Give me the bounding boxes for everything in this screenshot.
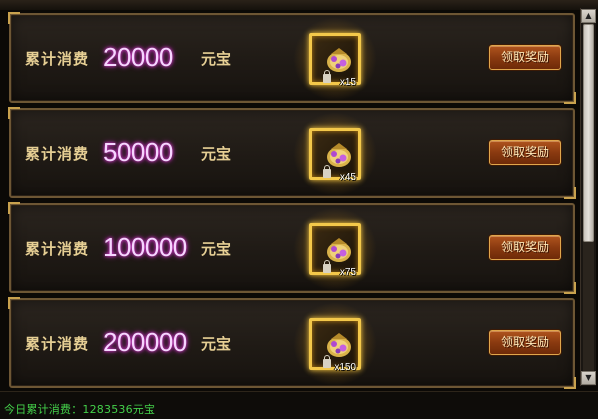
today-spend-total: 今日累计消费：1283536元宝: [4, 403, 156, 416]
reward-row: 累计消费 100000 元宝 x75 领取奖励: [8, 202, 576, 294]
footer-bar: 今日累计消费：1283536元宝: [0, 391, 598, 419]
item-quantity: x150: [334, 362, 356, 373]
reward-item-slot[interactable]: x45: [293, 112, 377, 196]
reward-row: 累计消费 20000 元宝 x15 领取奖励: [8, 12, 576, 104]
vertical-scrollbar[interactable]: ▲ ▼: [580, 8, 596, 386]
lock-icon: [323, 260, 331, 273]
spend-amount: 100000: [103, 232, 187, 262]
item-frame: x150: [309, 318, 361, 373]
spend-amount: 200000: [103, 327, 187, 357]
currency-unit: 元宝: [201, 335, 232, 353]
reward-list: 累计消费 20000 元宝 x15 领取奖励 累计消费 50000 元宝 x45…: [0, 10, 578, 390]
item-frame: x15: [309, 33, 361, 88]
reward-row: 累计消费 50000 元宝 x45 领取奖励: [8, 107, 576, 199]
lock-icon: [323, 70, 331, 83]
claim-reward-button[interactable]: 领取奖励: [489, 330, 561, 355]
spend-amount: 20000: [103, 42, 173, 72]
claim-reward-button[interactable]: 领取奖励: [489, 140, 561, 165]
spend-amount: 50000: [103, 137, 173, 167]
lock-icon: [323, 165, 331, 178]
currency-unit: 元宝: [201, 240, 232, 258]
scroll-thumb[interactable]: [583, 24, 594, 242]
reward-item-slot[interactable]: x75: [293, 207, 377, 291]
spend-label: 累计消费: [25, 50, 90, 68]
scroll-up-arrow-icon[interactable]: ▲: [581, 9, 596, 23]
reward-item-slot[interactable]: x150: [293, 302, 377, 386]
spend-label: 累计消费: [25, 335, 90, 353]
spend-label: 累计消费: [25, 145, 90, 163]
spend-label: 累计消费: [25, 240, 90, 258]
top-strip: [0, 0, 598, 10]
currency-unit: 元宝: [201, 145, 232, 163]
claim-reward-button[interactable]: 领取奖励: [489, 45, 561, 70]
item-frame: x75: [309, 223, 361, 278]
item-quantity: x75: [339, 267, 356, 278]
lock-icon: [323, 355, 331, 368]
item-quantity: x45: [339, 172, 356, 183]
reward-item-slot[interactable]: x15: [293, 17, 377, 101]
claim-reward-button[interactable]: 领取奖励: [489, 235, 561, 260]
scroll-down-arrow-icon[interactable]: ▼: [581, 371, 596, 385]
reward-row: 累计消费 200000 元宝 x150 领取奖励: [8, 297, 576, 389]
currency-unit: 元宝: [201, 50, 232, 68]
item-quantity: x15: [339, 77, 356, 88]
item-frame: x45: [309, 128, 361, 183]
